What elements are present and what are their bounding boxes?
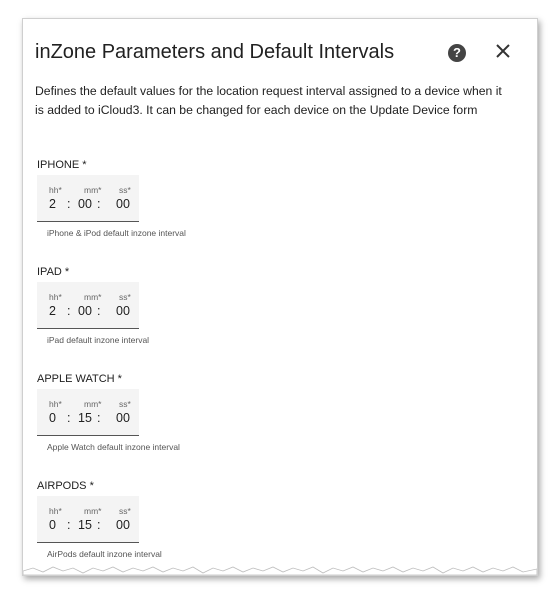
seconds-caption: ss*: [119, 399, 131, 409]
iphone-interval-helper: iPhone & iPod default inzone interval: [47, 228, 186, 238]
seconds-caption: ss*: [119, 185, 131, 195]
iphone-interval-group: IPHONE * hh* mm* ss* 2 : 00 : 00 iPhone …: [37, 159, 186, 238]
minutes-field[interactable]: 00: [78, 197, 92, 211]
hours-field[interactable]: 2: [49, 197, 56, 211]
minutes-caption: mm*: [84, 292, 102, 302]
airpods-interval-label: AIRPODS *: [37, 480, 94, 492]
seconds-caption: ss*: [119, 292, 131, 302]
minutes-caption: mm*: [84, 506, 102, 516]
hours-caption: hh*: [49, 399, 62, 409]
airpods-interval-group: AIRPODS * hh* mm* ss* 0 : 15 : 00 AirPod…: [37, 480, 162, 559]
time-separator: :: [97, 197, 101, 211]
hours-field[interactable]: 0: [49, 518, 56, 532]
apple-watch-interval-input[interactable]: hh* mm* ss* 0 : 15 : 00: [37, 389, 139, 436]
time-separator: :: [97, 304, 101, 318]
minutes-field[interactable]: 15: [78, 518, 92, 532]
seconds-field[interactable]: 00: [116, 197, 130, 211]
seconds-field[interactable]: 00: [116, 304, 130, 318]
time-separator: :: [97, 411, 101, 425]
ipad-interval-label: IPAD *: [37, 266, 70, 278]
help-icon[interactable]: ?: [448, 44, 466, 62]
iphone-interval-input[interactable]: hh* mm* ss* 2 : 00 : 00: [37, 175, 139, 222]
time-separator: :: [97, 518, 101, 532]
apple-watch-interval-group: APPLE WATCH * hh* mm* ss* 0 : 15 : 00 Ap…: [37, 373, 180, 452]
ipad-interval-input[interactable]: hh* mm* ss* 2 : 00 : 00: [37, 282, 139, 329]
hours-caption: hh*: [49, 506, 62, 516]
minutes-field[interactable]: 00: [78, 304, 92, 318]
ipad-interval-group: IPAD * hh* mm* ss* 2 : 00 : 00 iPad defa…: [37, 266, 149, 345]
time-separator: :: [67, 197, 71, 211]
apple-watch-interval-label: APPLE WATCH *: [37, 373, 122, 385]
hours-caption: hh*: [49, 292, 62, 302]
seconds-field[interactable]: 00: [116, 518, 130, 532]
airpods-interval-input[interactable]: hh* mm* ss* 0 : 15 : 00: [37, 496, 139, 543]
hours-field[interactable]: 0: [49, 411, 56, 425]
seconds-caption: ss*: [119, 506, 131, 516]
minutes-caption: mm*: [84, 399, 102, 409]
iphone-interval-label: IPHONE *: [37, 159, 87, 171]
minutes-field[interactable]: 15: [78, 411, 92, 425]
dialog-description: Defines the default values for the locat…: [35, 84, 502, 117]
minutes-caption: mm*: [84, 185, 102, 195]
inzone-parameters-dialog: inZone Parameters and Default Intervals …: [22, 18, 538, 576]
close-icon[interactable]: [493, 41, 513, 61]
hours-caption: hh*: [49, 185, 62, 195]
time-separator: :: [67, 518, 71, 532]
ipad-interval-helper: iPad default inzone interval: [47, 335, 150, 345]
time-separator: :: [67, 304, 71, 318]
torn-edge: [23, 566, 537, 575]
apple-watch-interval-helper: Apple Watch default inzone interval: [47, 442, 180, 452]
dialog-title: inZone Parameters and Default Intervals: [35, 41, 395, 63]
hours-field[interactable]: 2: [49, 304, 56, 318]
seconds-field[interactable]: 00: [116, 411, 130, 425]
airpods-interval-helper: AirPods default inzone interval: [47, 549, 162, 559]
time-separator: :: [67, 411, 71, 425]
